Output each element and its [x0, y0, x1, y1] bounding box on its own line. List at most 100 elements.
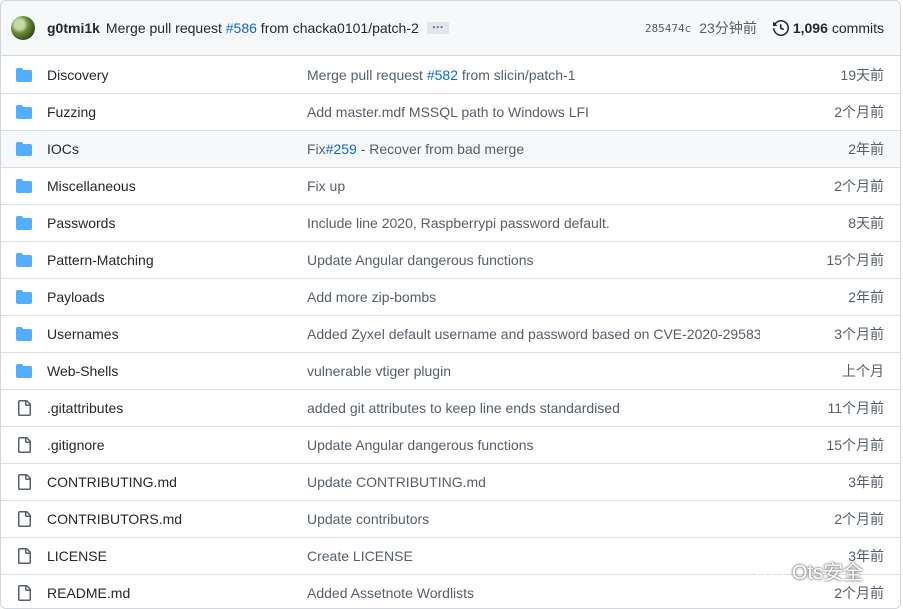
file-row[interactable]: .gitattributes added git attributes to ke…: [1, 389, 900, 426]
file-icon: [16, 511, 32, 527]
commit-message: Fix up: [307, 178, 760, 194]
commit-time: 23分钟前: [699, 20, 757, 36]
file-row[interactable]: Pattern-Matching Update Angular dangerous…: [1, 241, 900, 278]
commits-link[interactable]: 1,096 commits: [772, 20, 884, 36]
file-name-link[interactable]: .gitattributes: [47, 400, 307, 416]
commit-message-text[interactable]: Update Angular dangerous functions: [307, 252, 534, 268]
file-row[interactable]: CONTRIBUTING.md Update CONTRIBUTING.md 3年前: [1, 463, 900, 500]
file-row[interactable]: Discovery Merge pull request #582 from sl…: [1, 56, 900, 93]
file-name-link[interactable]: Miscellaneous: [47, 178, 307, 194]
commit-age: 19天前: [840, 66, 884, 83]
commit-age: 15个月前: [826, 437, 884, 453]
file-name-link[interactable]: Pattern-Matching: [47, 252, 307, 268]
commit-message-text[interactable]: Update Angular dangerous functions: [307, 437, 534, 453]
file-name-link[interactable]: Fuzzing: [47, 104, 307, 120]
commit-message-suffix[interactable]: from chacka0101/patch-2: [257, 20, 419, 36]
folder-icon: [16, 215, 32, 231]
file-name-link[interactable]: Usernames: [47, 326, 307, 342]
commit-message: Add master.mdf MSSQL path to Windows LFI: [307, 104, 760, 120]
file-icon: [16, 548, 32, 564]
watermark-text: Ots安全: [792, 562, 864, 584]
commit-sha[interactable]: 285474c: [645, 22, 691, 35]
file-row[interactable]: CONTRIBUTORS.md Update contributors 2个月前: [1, 500, 900, 537]
pr-link[interactable]: #582: [427, 67, 458, 83]
folder-icon: [16, 252, 32, 268]
folder-icon: [16, 289, 32, 305]
commit-message: Update Angular dangerous functions: [307, 437, 760, 453]
file-name-link[interactable]: Discovery: [47, 67, 307, 83]
commit-message: added git attributes to keep line ends s…: [307, 400, 760, 416]
commit-message-text[interactable]: from slicin/patch-1: [458, 67, 576, 83]
file-browser: g0tmi1k Merge pull request #586 from cha…: [0, 0, 901, 609]
file-name-link[interactable]: Passwords: [47, 215, 307, 231]
commit-age: 2个月前: [834, 104, 884, 120]
commit-message-text[interactable]: Fix up: [307, 178, 345, 194]
commit-message: Create LICENSE: [307, 548, 760, 564]
file-icon: [16, 437, 32, 453]
file-name-link[interactable]: Web-Shells: [47, 363, 307, 379]
commit-message-text[interactable]: added git attributes to keep line ends s…: [307, 400, 620, 416]
folder-icon: [16, 104, 32, 120]
expand-message-button[interactable]: …: [426, 18, 449, 34]
commit-message-prefix[interactable]: Merge pull request: [106, 20, 226, 36]
commit-message: Added Zyxel default username and passwor…: [307, 326, 760, 342]
file-icon: [16, 400, 32, 416]
file-list: Discovery Merge pull request #582 from sl…: [1, 56, 900, 608]
commit-message: Merge pull request #586 from chacka0101/…: [106, 20, 419, 36]
folder-icon: [16, 178, 32, 194]
commit-message-text[interactable]: Add more zip-bombs: [307, 289, 436, 305]
commit-message: Update contributors: [307, 511, 760, 527]
commit-message: Update CONTRIBUTING.md: [307, 474, 760, 490]
avatar[interactable]: [11, 16, 35, 40]
commit-age: 2个月前: [834, 585, 884, 601]
commit-message-text[interactable]: Added Zyxel default username and passwor…: [307, 326, 760, 342]
pr-link[interactable]: #586: [226, 20, 257, 36]
file-name-link[interactable]: Payloads: [47, 289, 307, 305]
wechat-icon: [753, 557, 784, 582]
commit-message: Added Assetnote Wordlists: [307, 585, 760, 601]
commit-message: Add more zip-bombs: [307, 289, 760, 305]
commit-message-text[interactable]: Add master.mdf MSSQL path to Windows LFI: [307, 104, 589, 120]
commit-author[interactable]: g0tmi1k: [47, 20, 100, 36]
file-name-link[interactable]: CONTRIBUTING.md: [47, 474, 307, 490]
file-row[interactable]: Fuzzing Add master.mdf MSSQL path to Wind…: [1, 93, 900, 130]
file-name-link[interactable]: CONTRIBUTORS.md: [47, 511, 307, 527]
commit-age: 2年前: [848, 141, 884, 157]
commit-message-text[interactable]: Fix: [307, 141, 326, 157]
folder-icon: [16, 326, 32, 342]
file-row[interactable]: .gitignore Update Angular dangerous funct…: [1, 426, 900, 463]
pr-link[interactable]: #259: [326, 141, 357, 157]
commit-count: 1,096: [792, 20, 828, 36]
commit-message-text[interactable]: - Recover from bad merge: [357, 141, 524, 157]
file-name-link[interactable]: LICENSE: [47, 548, 307, 564]
commit-age: 8天前: [848, 215, 884, 231]
commit-message: vulnerable vtiger plugin: [307, 363, 760, 379]
commit-message: Fix#259 - Recover from bad merge: [307, 141, 760, 157]
file-row[interactable]: IOCs Fix#259 - Recover from bad merge 2年前: [1, 130, 900, 167]
file-row[interactable]: Miscellaneous Fix up 2个月前: [1, 167, 900, 204]
commit-message-text[interactable]: Update CONTRIBUTING.md: [307, 474, 486, 490]
watermark: Ots安全: [752, 556, 863, 585]
commit-message-text[interactable]: vulnerable vtiger plugin: [307, 363, 451, 379]
file-row[interactable]: Web-Shells vulnerable vtiger plugin 上个月: [1, 352, 900, 389]
commit-age: 15个月前: [826, 252, 884, 268]
latest-commit-bar: g0tmi1k Merge pull request #586 from cha…: [1, 1, 900, 56]
commit-age: 2个月前: [834, 511, 884, 527]
file-name-link[interactable]: .gitignore: [47, 437, 307, 453]
commit-message-text[interactable]: Include line 2020, Raspberrypi password …: [307, 215, 610, 231]
file-name-link[interactable]: README.md: [47, 585, 307, 601]
file-name-link[interactable]: IOCs: [47, 141, 307, 157]
commit-message-text[interactable]: Create LICENSE: [307, 548, 413, 564]
file-row[interactable]: Payloads Add more zip-bombs 2年前: [1, 278, 900, 315]
commit-message-text[interactable]: Merge pull request: [307, 67, 427, 83]
file-row[interactable]: Passwords Include line 2020, Raspberrypi …: [1, 204, 900, 241]
commit-message-text[interactable]: Update contributors: [307, 511, 429, 527]
commit-message: Update Angular dangerous functions: [307, 252, 760, 268]
commit-message-text[interactable]: Added Assetnote Wordlists: [307, 585, 474, 601]
file-row[interactable]: Usernames Added Zyxel default username an…: [1, 315, 900, 352]
file-icon: [16, 585, 32, 601]
commit-age: 3年前: [848, 474, 884, 490]
commit-age: 2个月前: [834, 178, 884, 194]
commit-message: Merge pull request #582 from slicin/patc…: [307, 67, 760, 83]
commit-age: 3个月前: [834, 326, 884, 342]
